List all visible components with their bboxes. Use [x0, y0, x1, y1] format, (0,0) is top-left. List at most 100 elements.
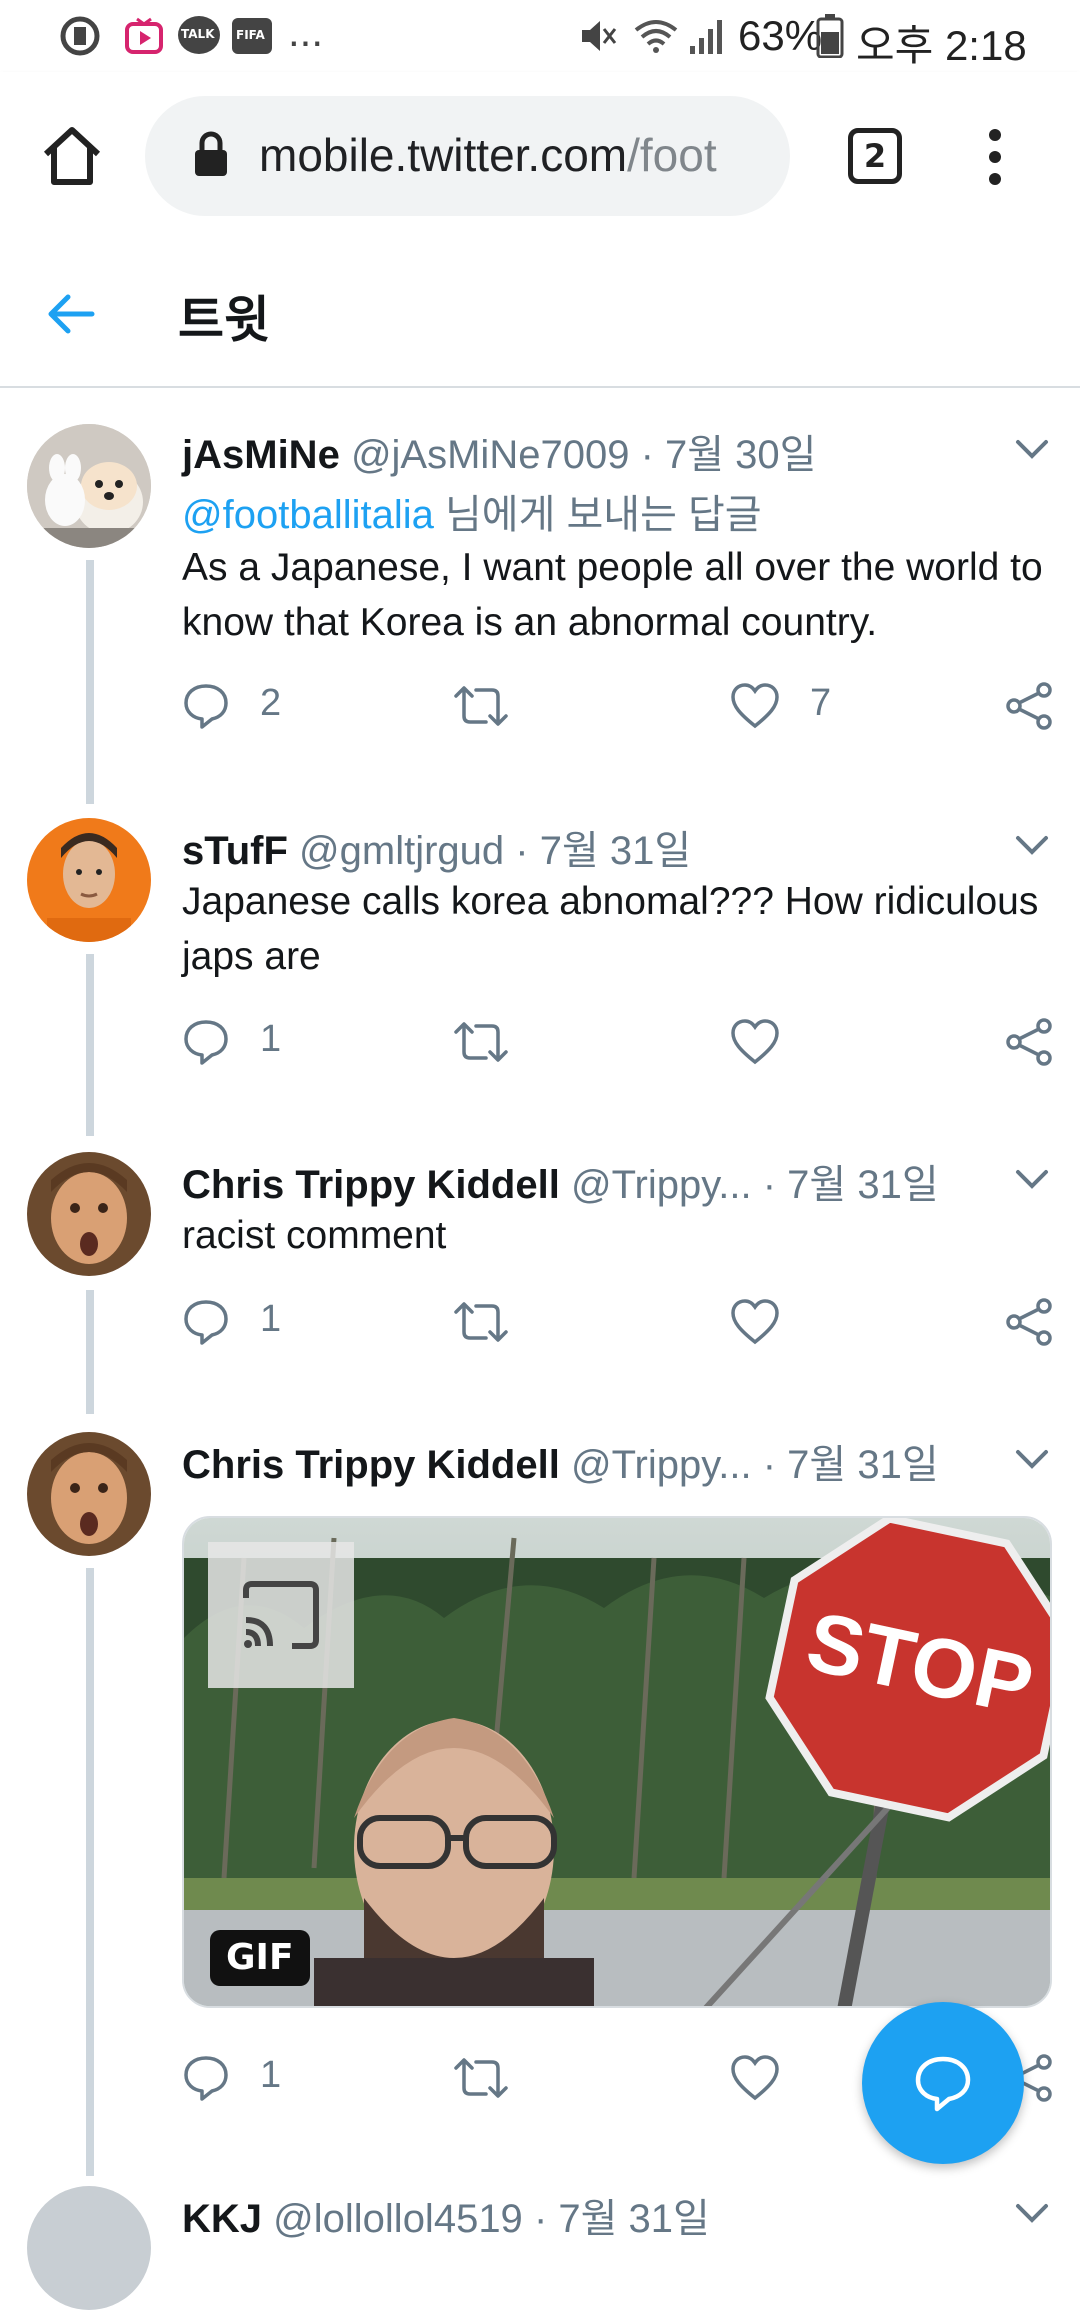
heart-icon [731, 2055, 779, 2101]
user-name[interactable]: KKJ [182, 2197, 262, 2241]
battery-percent: 63% [738, 12, 823, 59]
share-button[interactable] [1004, 1012, 1054, 1068]
retweet-icon [454, 1302, 508, 1342]
retweet-icon [454, 2058, 508, 2098]
avatar[interactable] [27, 2186, 151, 2310]
retweet-button[interactable] [452, 2048, 532, 2104]
reply-compose-icon [915, 2056, 971, 2112]
separator: · [533, 2197, 548, 2241]
user-name[interactable]: Chris Trippy Kiddell [182, 1443, 560, 1487]
tweet-date[interactable]: 7월 30일 [665, 433, 816, 477]
reply-mention-link[interactable]: @footballitalia [182, 493, 434, 537]
like-count: 7 [810, 682, 832, 724]
clock: 오후 2:18 [856, 22, 1027, 69]
user-handle[interactable]: @lollollol4519 [273, 2197, 523, 2241]
reply-count: 1 [260, 1298, 282, 1340]
like-button[interactable] [730, 1292, 850, 1348]
user-name[interactable]: Chris Trippy Kiddell [182, 1163, 560, 1207]
retweet-button[interactable] [452, 1012, 532, 1068]
tv-notification-icon [125, 17, 163, 54]
home-icon[interactable] [38, 122, 106, 190]
user-handle[interactable]: @Trippy... [571, 1163, 752, 1207]
share-icon [1006, 682, 1052, 730]
like-button[interactable]: 7 [730, 676, 850, 732]
cast-button[interactable] [208, 1542, 354, 1688]
retweet-icon [454, 1022, 508, 1062]
like-button[interactable] [730, 1012, 850, 1068]
user-name[interactable]: sTufF [182, 829, 288, 873]
reply-button[interactable]: 1 [182, 1292, 302, 1348]
url-path: /foot [627, 129, 717, 181]
avatar-image [27, 1152, 151, 1276]
tweet-header: KKJ @lollollol4519 · 7월 31일 [182, 2186, 710, 2244]
tweet-date[interactable]: 7월 31일 [787, 1443, 938, 1487]
reply-button[interactable]: 2 [182, 676, 302, 732]
wifi-icon [634, 20, 678, 53]
retweet-button[interactable] [452, 676, 532, 732]
compose-reply-button[interactable] [862, 2002, 1024, 2164]
share-button[interactable] [1004, 676, 1054, 732]
signal-icon [690, 20, 722, 54]
reply-count: 1 [260, 1018, 282, 1060]
app-header: 트윗 [0, 240, 1080, 388]
share-icon [1006, 1298, 1052, 1346]
tweet-text: racist comment [182, 1214, 447, 1257]
tweet-header: jAsMiNe @jAsMiNe7009 · 7월 30일 [182, 422, 816, 480]
retweet-button[interactable] [452, 1292, 532, 1348]
mute-icon [582, 21, 617, 51]
tab-count: 2 [863, 137, 887, 175]
thread-line [86, 560, 94, 804]
heart-icon [731, 1019, 779, 1065]
lock-icon [195, 131, 227, 176]
avatar[interactable] [27, 1432, 151, 1556]
chevron-down-icon[interactable] [1012, 1158, 1052, 1198]
separator: · [762, 1443, 777, 1487]
share-button[interactable] [1004, 1292, 1054, 1348]
reply-icon [184, 1300, 228, 1345]
more-notifications-indicator: ... [288, 8, 324, 55]
avatar[interactable] [27, 818, 151, 942]
gif-media[interactable]: STOP GIF [182, 1516, 1052, 2008]
user-handle[interactable]: @gmltjrgud [299, 829, 504, 873]
address-bar[interactable]: mobile.twitter.com/foot [145, 96, 790, 216]
user-handle[interactable]: @Trippy... [571, 1443, 752, 1487]
url-host: mobile.twitter.com [259, 129, 628, 181]
avatar[interactable] [27, 1152, 151, 1276]
chevron-down-icon[interactable] [1012, 824, 1052, 864]
tweet-actions: 2 7 [182, 676, 1062, 732]
share-icon [1006, 1018, 1052, 1066]
tweet-actions: 1 [182, 1012, 1062, 1068]
reply-count: 2 [260, 682, 282, 724]
reply-button[interactable]: 1 [182, 1012, 302, 1068]
tweet-actions: 1 [182, 1292, 1062, 1348]
tweet-text: Japanese calls korea abnomal??? How ridi… [182, 880, 1039, 978]
tab-switcher-button[interactable]: 2 [848, 128, 902, 184]
user-name[interactable]: jAsMiNe [182, 433, 340, 477]
reply-icon [184, 1020, 228, 1065]
thread-line [86, 954, 94, 1136]
heart-icon [731, 683, 779, 729]
tweet-date[interactable]: 7월 31일 [787, 1163, 938, 1207]
chevron-down-icon[interactable] [1012, 428, 1052, 468]
user-handle[interactable]: @jAsMiNe7009 [351, 433, 630, 477]
tweet-date[interactable]: 7월 31일 [540, 829, 691, 873]
status-bar: TALK FIFA ... 63% 오후 2:18 [0, 0, 1080, 72]
talk-notification-icon: TALK [178, 16, 220, 54]
chevron-down-icon[interactable] [1012, 1438, 1052, 1478]
reply-count: 1 [260, 2054, 282, 2096]
avatar[interactable] [27, 424, 151, 548]
chevron-down-icon[interactable] [1012, 2192, 1052, 2232]
reply-button[interactable]: 1 [182, 2048, 302, 2104]
reply-context: @footballitalia 님에게 보내는 답글 [182, 482, 762, 540]
tweet-header: Chris Trippy Kiddell @Trippy... · 7월 31일 [182, 1432, 939, 1490]
like-button[interactable] [730, 2048, 850, 2104]
cast-icon [243, 1581, 319, 1649]
tweet-header: Chris Trippy Kiddell @Trippy... · 7월 31일 [182, 1152, 939, 1210]
more-vert-icon[interactable] [980, 128, 1010, 186]
fifa-notification-icon: FIFA [232, 18, 272, 54]
reply-context-label: 님에게 보내는 답글 [433, 493, 762, 537]
back-arrow-icon[interactable] [46, 292, 96, 336]
tweet-date[interactable]: 7월 31일 [558, 2197, 709, 2241]
reply-icon [184, 2056, 228, 2101]
fifa-label: FIFA [236, 28, 265, 42]
